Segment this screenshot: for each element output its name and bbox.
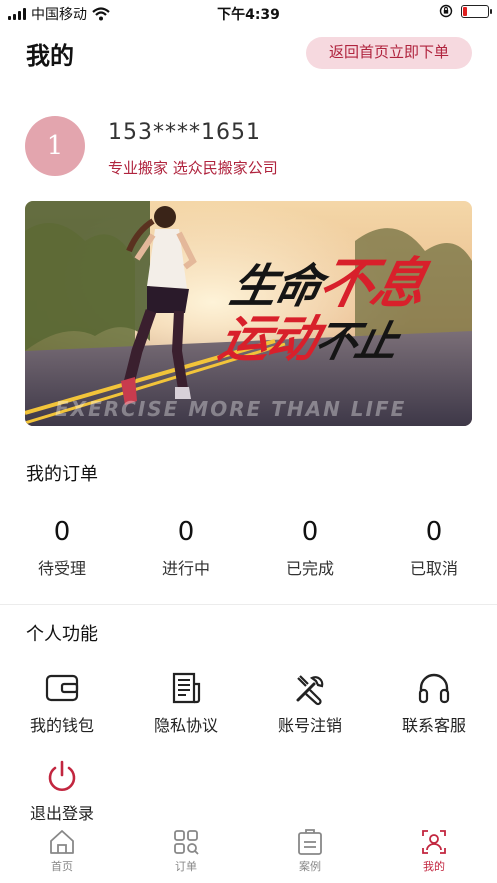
order-label: 待受理 [37, 559, 86, 578]
user-icon [422, 830, 446, 854]
order-label: 已取消 [409, 559, 458, 578]
profile-subtitle: 专业搬家 选众民搬家公司 [108, 159, 278, 177]
tab-label: 案例 [299, 860, 321, 873]
orders-section-title: 我的订单 [26, 464, 98, 485]
feature-label: 我的钱包 [29, 716, 94, 735]
wallet-icon [45, 674, 79, 702]
order-stat-cancelled[interactable]: 0 已取消 [372, 515, 496, 579]
tab-orders[interactable]: 订单 [124, 828, 248, 874]
feature-label: 联系客服 [401, 716, 466, 735]
clipboard-icon [298, 829, 322, 855]
orientation-lock-icon [439, 4, 453, 18]
banner-image[interactable]: 生命不息 运动不止 EXERCISE MORE THAN LIFE [25, 201, 472, 426]
tab-cases[interactable]: 案例 [248, 828, 372, 874]
order-count: 0 [177, 517, 195, 547]
feature-logout[interactable]: 退出登录 [0, 758, 124, 824]
order-count: 0 [301, 517, 319, 547]
section-divider [0, 604, 497, 605]
page-title: 我的 [26, 42, 74, 70]
headset-icon [418, 673, 450, 704]
status-bar: 中国移动 下午4:39 [0, 0, 497, 26]
order-stat-pending[interactable]: 0 待受理 [0, 515, 124, 579]
home-order-button[interactable]: 返回首页立即下单 [306, 37, 472, 69]
avatar[interactable]: 1 [25, 116, 85, 176]
tab-mine[interactable]: 我的 [372, 828, 496, 874]
banner-slogan-line2: 运动不止 [213, 310, 401, 368]
tools-icon [296, 675, 324, 706]
banner-motto: EXERCISE MORE THAN LIFE [55, 397, 407, 421]
tab-bar: 首页 订单 案例 我的 [0, 822, 497, 883]
document-icon [172, 672, 201, 704]
feature-privacy[interactable]: 隐私协议 [124, 670, 248, 736]
feature-cancel-account[interactable]: 账号注销 [248, 670, 372, 736]
tab-label: 首页 [51, 860, 73, 873]
feature-label: 账号注销 [277, 716, 342, 735]
tab-home[interactable]: 首页 [0, 828, 124, 874]
order-stat-completed[interactable]: 0 已完成 [248, 515, 372, 579]
tab-label: 订单 [175, 860, 197, 873]
feature-customer-service[interactable]: 联系客服 [372, 670, 496, 736]
order-count: 0 [425, 517, 443, 547]
status-time: 下午4:39 [217, 7, 280, 23]
power-icon [48, 760, 76, 791]
order-count: 0 [53, 517, 71, 547]
features-section-title: 个人功能 [26, 624, 98, 645]
user-phone: 153****1651 [108, 120, 261, 145]
order-label: 已完成 [285, 559, 334, 578]
tab-label: 我的 [423, 860, 445, 873]
order-label: 进行中 [161, 559, 210, 578]
feature-wallet[interactable]: 我的钱包 [0, 670, 124, 736]
feature-label: 退出登录 [29, 804, 94, 823]
home-icon [50, 830, 74, 854]
battery-icon [461, 4, 492, 18]
feature-label: 隐私协议 [153, 716, 218, 735]
order-stat-in-progress[interactable]: 0 进行中 [124, 515, 248, 579]
grid-search-icon [174, 830, 199, 855]
